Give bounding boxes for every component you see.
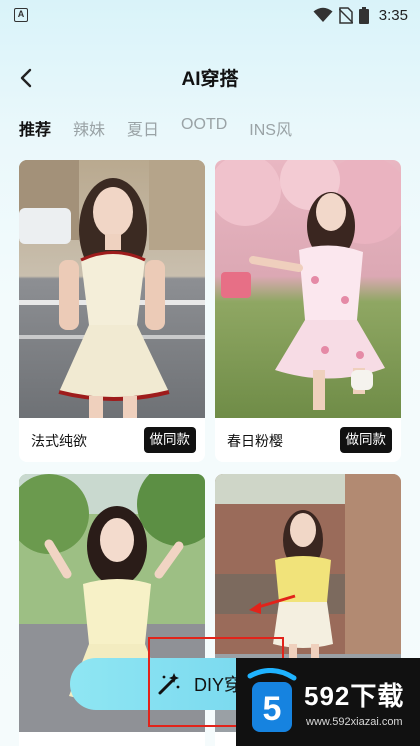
status-bar: A 3:35 (0, 0, 420, 30)
tab-ins-style[interactable]: INS风 (249, 116, 292, 140)
outfit-name: 法式纯欲 (31, 433, 87, 449)
battery-icon (358, 6, 369, 24)
outfit-name: 春日粉樱 (227, 433, 283, 449)
watermark-url: www.592xiazai.com (306, 716, 403, 728)
tab-summer[interactable]: 夏日 (127, 116, 159, 140)
outfit-photo (19, 160, 205, 418)
make-same-button[interactable]: 做同款 (143, 427, 196, 453)
app-notification-icon: A (14, 8, 28, 22)
tab-hot-girl[interactable]: 辣妹 (73, 116, 105, 140)
watermark-brand: 592下载 (304, 681, 405, 711)
outfit-card[interactable]: 法式纯欲 做同款 (19, 160, 205, 462)
no-sim-icon (338, 6, 353, 24)
tab-recommend[interactable]: 推荐 (19, 116, 51, 140)
card-footer: 春日粉樱 做同款 (215, 418, 401, 462)
page-title: AI穿搭 (181, 69, 239, 90)
outfit-card[interactable]: 春日粉樱 做同款 (215, 160, 401, 462)
tab-ootd[interactable]: OOTD (181, 116, 227, 140)
status-icons: 3:35 (313, 5, 408, 25)
watermark-logo-icon: 5 (247, 668, 297, 732)
category-tabs: 推荐 辣妹 夏日 OOTD INS风 (19, 116, 314, 140)
outfit-photo (215, 160, 401, 418)
site-watermark: 5 592下载 www.592xiazai.com (236, 658, 420, 746)
make-same-button[interactable]: 做同款 (339, 427, 392, 453)
wifi-icon (313, 7, 333, 22)
svg-text:5: 5 (263, 690, 282, 728)
clock-time: 3:35 (378, 6, 408, 24)
card-footer: 法式纯欲 做同款 (19, 418, 205, 462)
